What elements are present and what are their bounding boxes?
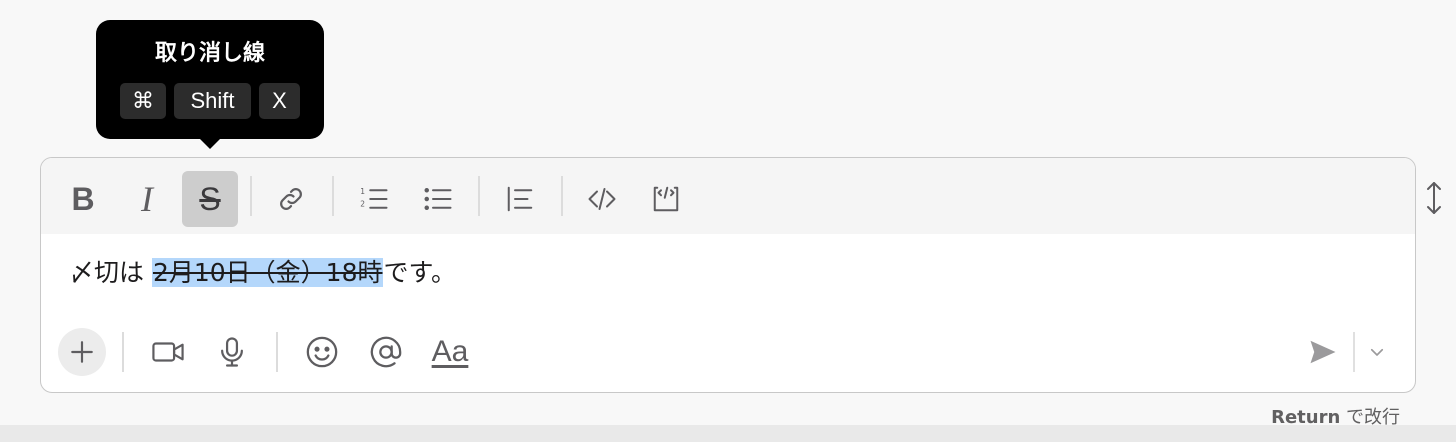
footer-band [0, 425, 1456, 442]
selected-strikethrough-text: 2月10日（金）18時 [151, 258, 384, 287]
actions-divider [122, 332, 124, 372]
hint-key: Return [1271, 407, 1341, 428]
expand-composer-button[interactable] [1424, 180, 1444, 216]
formatting-icon: Aa [431, 335, 469, 368]
link-icon [280, 188, 302, 210]
code-block-icon [653, 186, 679, 212]
actions-divider [276, 332, 278, 372]
chevron-down-icon [1370, 348, 1384, 356]
strikethrough-button[interactable]: S [182, 171, 238, 227]
vertical-resize-icon [1427, 182, 1441, 214]
video-clip-button[interactable] [144, 328, 192, 376]
bold-button[interactable]: B [55, 171, 111, 227]
x-key: X [259, 83, 300, 119]
code-button[interactable] [574, 171, 630, 227]
video-icon [152, 342, 184, 362]
attach-button[interactable] [58, 328, 106, 376]
audio-clip-button[interactable] [208, 328, 256, 376]
toolbar-divider [478, 176, 480, 216]
tooltip-title: 取り消し線 [154, 41, 265, 66]
mention-icon [370, 336, 402, 368]
hint-text: で改行 [1340, 407, 1400, 428]
plus-icon [71, 341, 93, 363]
message-text-before: 〆切は [69, 258, 152, 287]
italic-button[interactable]: I [119, 171, 175, 227]
formatting-toolbar: B I S 1 2 [41, 158, 1415, 234]
formatting-toggle-button[interactable]: Aa [426, 328, 474, 376]
schedule-options-button[interactable] [1355, 328, 1399, 376]
send-button[interactable] [1299, 328, 1347, 376]
bold-icon: B [71, 180, 95, 217]
link-button[interactable] [263, 171, 319, 227]
svg-text:1: 1 [360, 187, 365, 196]
newline-hint: Return で改行 [1271, 405, 1400, 431]
toolbar-divider [250, 176, 252, 216]
message-composer: B I S 1 2 〆切は 2月10日（金）18時です。 Aa [40, 157, 1416, 393]
shortcut-keys: ⌘ Shift X [120, 83, 300, 119]
emoji-button[interactable] [298, 328, 346, 376]
strikethrough-icon: S [199, 180, 221, 217]
blockquote-icon [507, 186, 533, 212]
send-icon [1310, 340, 1336, 364]
svg-text:2: 2 [360, 200, 365, 209]
microphone-icon [221, 337, 243, 367]
emoji-icon [306, 336, 338, 368]
composer-actions: Aa [41, 324, 1415, 380]
ordered-list-button[interactable]: 1 2 [346, 171, 402, 227]
toolbar-divider [332, 176, 334, 216]
italic-icon: I [141, 179, 153, 219]
strikethrough-tooltip: 取り消し線 ⌘ Shift X [96, 20, 324, 149]
bullet-list-icon [424, 188, 452, 210]
mention-button[interactable] [362, 328, 410, 376]
command-key: ⌘ [120, 83, 166, 119]
bullet-list-button[interactable] [410, 171, 466, 227]
code-block-button[interactable] [638, 171, 694, 227]
toolbar-divider [561, 176, 563, 216]
ordered-list-icon: 1 2 [360, 187, 388, 209]
shift-key: Shift [174, 83, 251, 119]
message-text-after: です。 [383, 258, 456, 287]
code-icon [588, 188, 616, 210]
blockquote-button[interactable] [492, 171, 548, 227]
message-input[interactable]: 〆切は 2月10日（金）18時です。 [69, 254, 456, 292]
